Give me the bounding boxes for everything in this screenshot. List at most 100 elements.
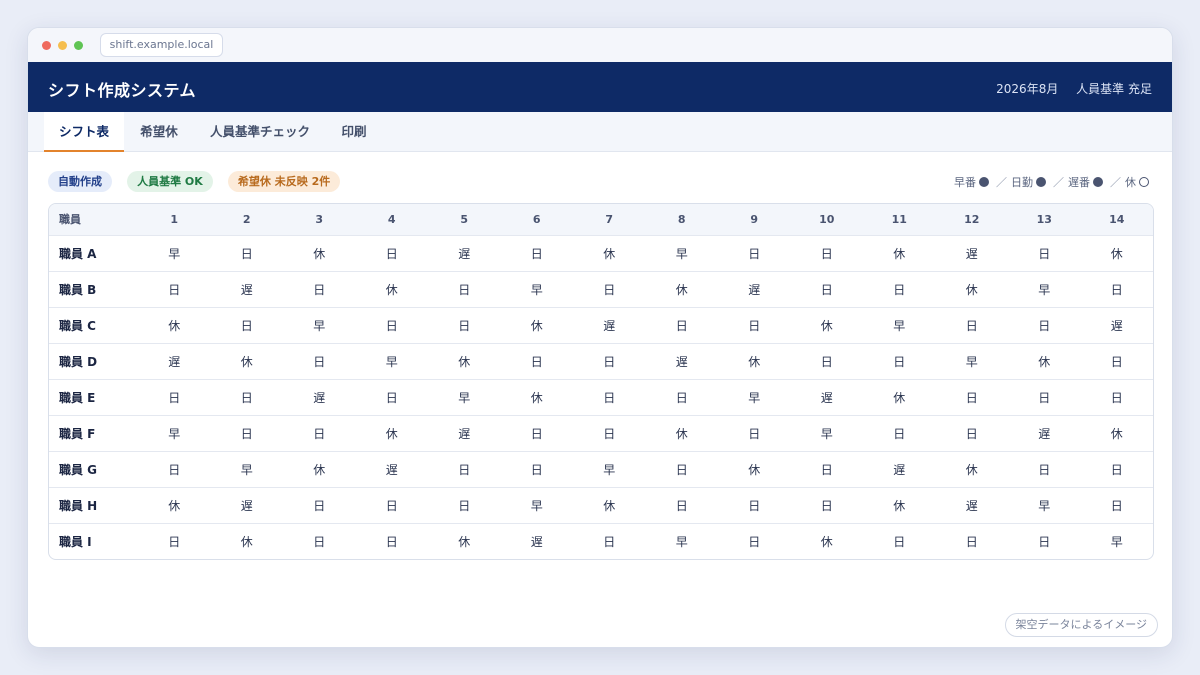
shift-cell[interactable]: 日	[863, 271, 936, 307]
shift-cell[interactable]: 日	[791, 451, 864, 487]
shift-cell[interactable]: 日	[1008, 307, 1081, 343]
shift-cell[interactable]: 休	[283, 235, 356, 271]
shift-cell[interactable]: 休	[501, 379, 574, 415]
unreflected-leave-badge[interactable]: 希望休 未反映 2件	[227, 171, 341, 192]
shift-cell[interactable]: 日	[211, 379, 284, 415]
shift-cell[interactable]: 遅	[428, 415, 501, 451]
shift-cell[interactable]: 遅	[138, 343, 211, 379]
shift-cell[interactable]: 日	[863, 343, 936, 379]
shift-cell[interactable]: 日	[573, 379, 646, 415]
tab-print[interactable]: 印刷	[328, 112, 380, 152]
shift-cell[interactable]: 日	[1008, 451, 1081, 487]
shift-cell[interactable]: 休	[1081, 415, 1154, 451]
shift-cell[interactable]: 日	[501, 235, 574, 271]
shift-cell[interactable]: 日	[573, 271, 646, 307]
shift-cell[interactable]: 日	[211, 235, 284, 271]
shift-cell[interactable]: 休	[138, 307, 211, 343]
shift-cell[interactable]: 日	[138, 271, 211, 307]
shift-cell[interactable]: 日	[718, 307, 791, 343]
shift-cell[interactable]: 休	[211, 523, 284, 559]
shift-cell[interactable]: 日	[646, 379, 719, 415]
shift-cell[interactable]: 休	[1081, 235, 1154, 271]
shift-cell[interactable]: 休	[573, 487, 646, 523]
shift-cell[interactable]: 遅	[936, 487, 1009, 523]
shift-cell[interactable]: 日	[573, 415, 646, 451]
shift-cell[interactable]: 日	[1081, 487, 1154, 523]
shift-cell[interactable]: 早	[283, 307, 356, 343]
tab-shift-table[interactable]: シフト表	[44, 112, 124, 152]
shift-cell[interactable]: 日	[283, 343, 356, 379]
shift-cell[interactable]: 休	[718, 451, 791, 487]
shift-cell[interactable]: 遅	[1081, 307, 1154, 343]
tab-staffing-check[interactable]: 人員基準チェック	[200, 112, 320, 152]
shift-cell[interactable]: 日	[1081, 271, 1154, 307]
shift-cell[interactable]: 日	[936, 523, 1009, 559]
shift-cell[interactable]: 休	[138, 487, 211, 523]
minimize-window-button[interactable]	[58, 41, 67, 50]
shift-cell[interactable]: 日	[646, 487, 719, 523]
shift-cell[interactable]: 早	[646, 523, 719, 559]
shift-cell[interactable]: 早	[791, 415, 864, 451]
shift-cell[interactable]: 早	[573, 451, 646, 487]
shift-cell[interactable]: 日	[138, 379, 211, 415]
shift-cell[interactable]: 日	[356, 307, 429, 343]
shift-cell[interactable]: 早	[646, 235, 719, 271]
shift-cell[interactable]: 日	[211, 307, 284, 343]
shift-cell[interactable]: 日	[791, 487, 864, 523]
shift-cell[interactable]: 早	[356, 343, 429, 379]
shift-cell[interactable]: 日	[573, 523, 646, 559]
shift-cell[interactable]: 早	[501, 271, 574, 307]
shift-cell[interactable]: 遅	[1008, 415, 1081, 451]
shift-cell[interactable]: 早	[1008, 487, 1081, 523]
shift-cell[interactable]: 日	[283, 271, 356, 307]
shift-cell[interactable]: 遅	[283, 379, 356, 415]
auto-generate-badge[interactable]: 自動作成	[48, 171, 112, 192]
shift-cell[interactable]: 日	[428, 451, 501, 487]
shift-cell[interactable]: 日	[1081, 343, 1154, 379]
shift-cell[interactable]: 日	[501, 415, 574, 451]
shift-cell[interactable]: 早	[936, 343, 1009, 379]
shift-cell[interactable]: 早	[501, 487, 574, 523]
shift-cell[interactable]: 休	[863, 235, 936, 271]
shift-cell[interactable]: 休	[863, 487, 936, 523]
shift-cell[interactable]: 日	[1081, 379, 1154, 415]
shift-cell[interactable]: 早	[138, 235, 211, 271]
shift-cell[interactable]: 遅	[646, 343, 719, 379]
shift-cell[interactable]: 日	[138, 523, 211, 559]
shift-cell[interactable]: 日	[936, 415, 1009, 451]
shift-cell[interactable]: 日	[283, 487, 356, 523]
shift-cell[interactable]: 遅	[501, 523, 574, 559]
shift-cell[interactable]: 早	[138, 415, 211, 451]
shift-cell[interactable]: 日	[428, 307, 501, 343]
shift-cell[interactable]: 日	[791, 235, 864, 271]
shift-cell[interactable]: 休	[283, 451, 356, 487]
shift-cell[interactable]: 遅	[863, 451, 936, 487]
shift-cell[interactable]: 日	[428, 487, 501, 523]
shift-cell[interactable]: 休	[501, 307, 574, 343]
shift-cell[interactable]: 早	[1008, 271, 1081, 307]
shift-cell[interactable]: 遅	[211, 271, 284, 307]
shift-cell[interactable]: 日	[646, 451, 719, 487]
shift-cell[interactable]: 遅	[573, 307, 646, 343]
shift-cell[interactable]: 日	[1081, 451, 1154, 487]
shift-cell[interactable]: 早	[211, 451, 284, 487]
shift-cell[interactable]: 早	[428, 379, 501, 415]
url-bar[interactable]: shift.example.local	[100, 33, 223, 57]
shift-cell[interactable]: 休	[936, 271, 1009, 307]
shift-cell[interactable]: 日	[1008, 523, 1081, 559]
shift-cell[interactable]: 日	[863, 415, 936, 451]
shift-cell[interactable]: 日	[356, 523, 429, 559]
shift-cell[interactable]: 休	[573, 235, 646, 271]
shift-cell[interactable]: 日	[1008, 235, 1081, 271]
shift-cell[interactable]: 日	[356, 379, 429, 415]
shift-cell[interactable]: 日	[718, 523, 791, 559]
shift-cell[interactable]: 休	[936, 451, 1009, 487]
tab-requested-leave[interactable]: 希望休	[129, 112, 189, 152]
shift-cell[interactable]: 休	[791, 307, 864, 343]
shift-cell[interactable]: 遅	[791, 379, 864, 415]
maximize-window-button[interactable]	[74, 41, 83, 50]
shift-cell[interactable]: 休	[1008, 343, 1081, 379]
shift-cell[interactable]: 日	[863, 523, 936, 559]
shift-cell[interactable]: 日	[501, 343, 574, 379]
shift-cell[interactable]: 日	[573, 343, 646, 379]
